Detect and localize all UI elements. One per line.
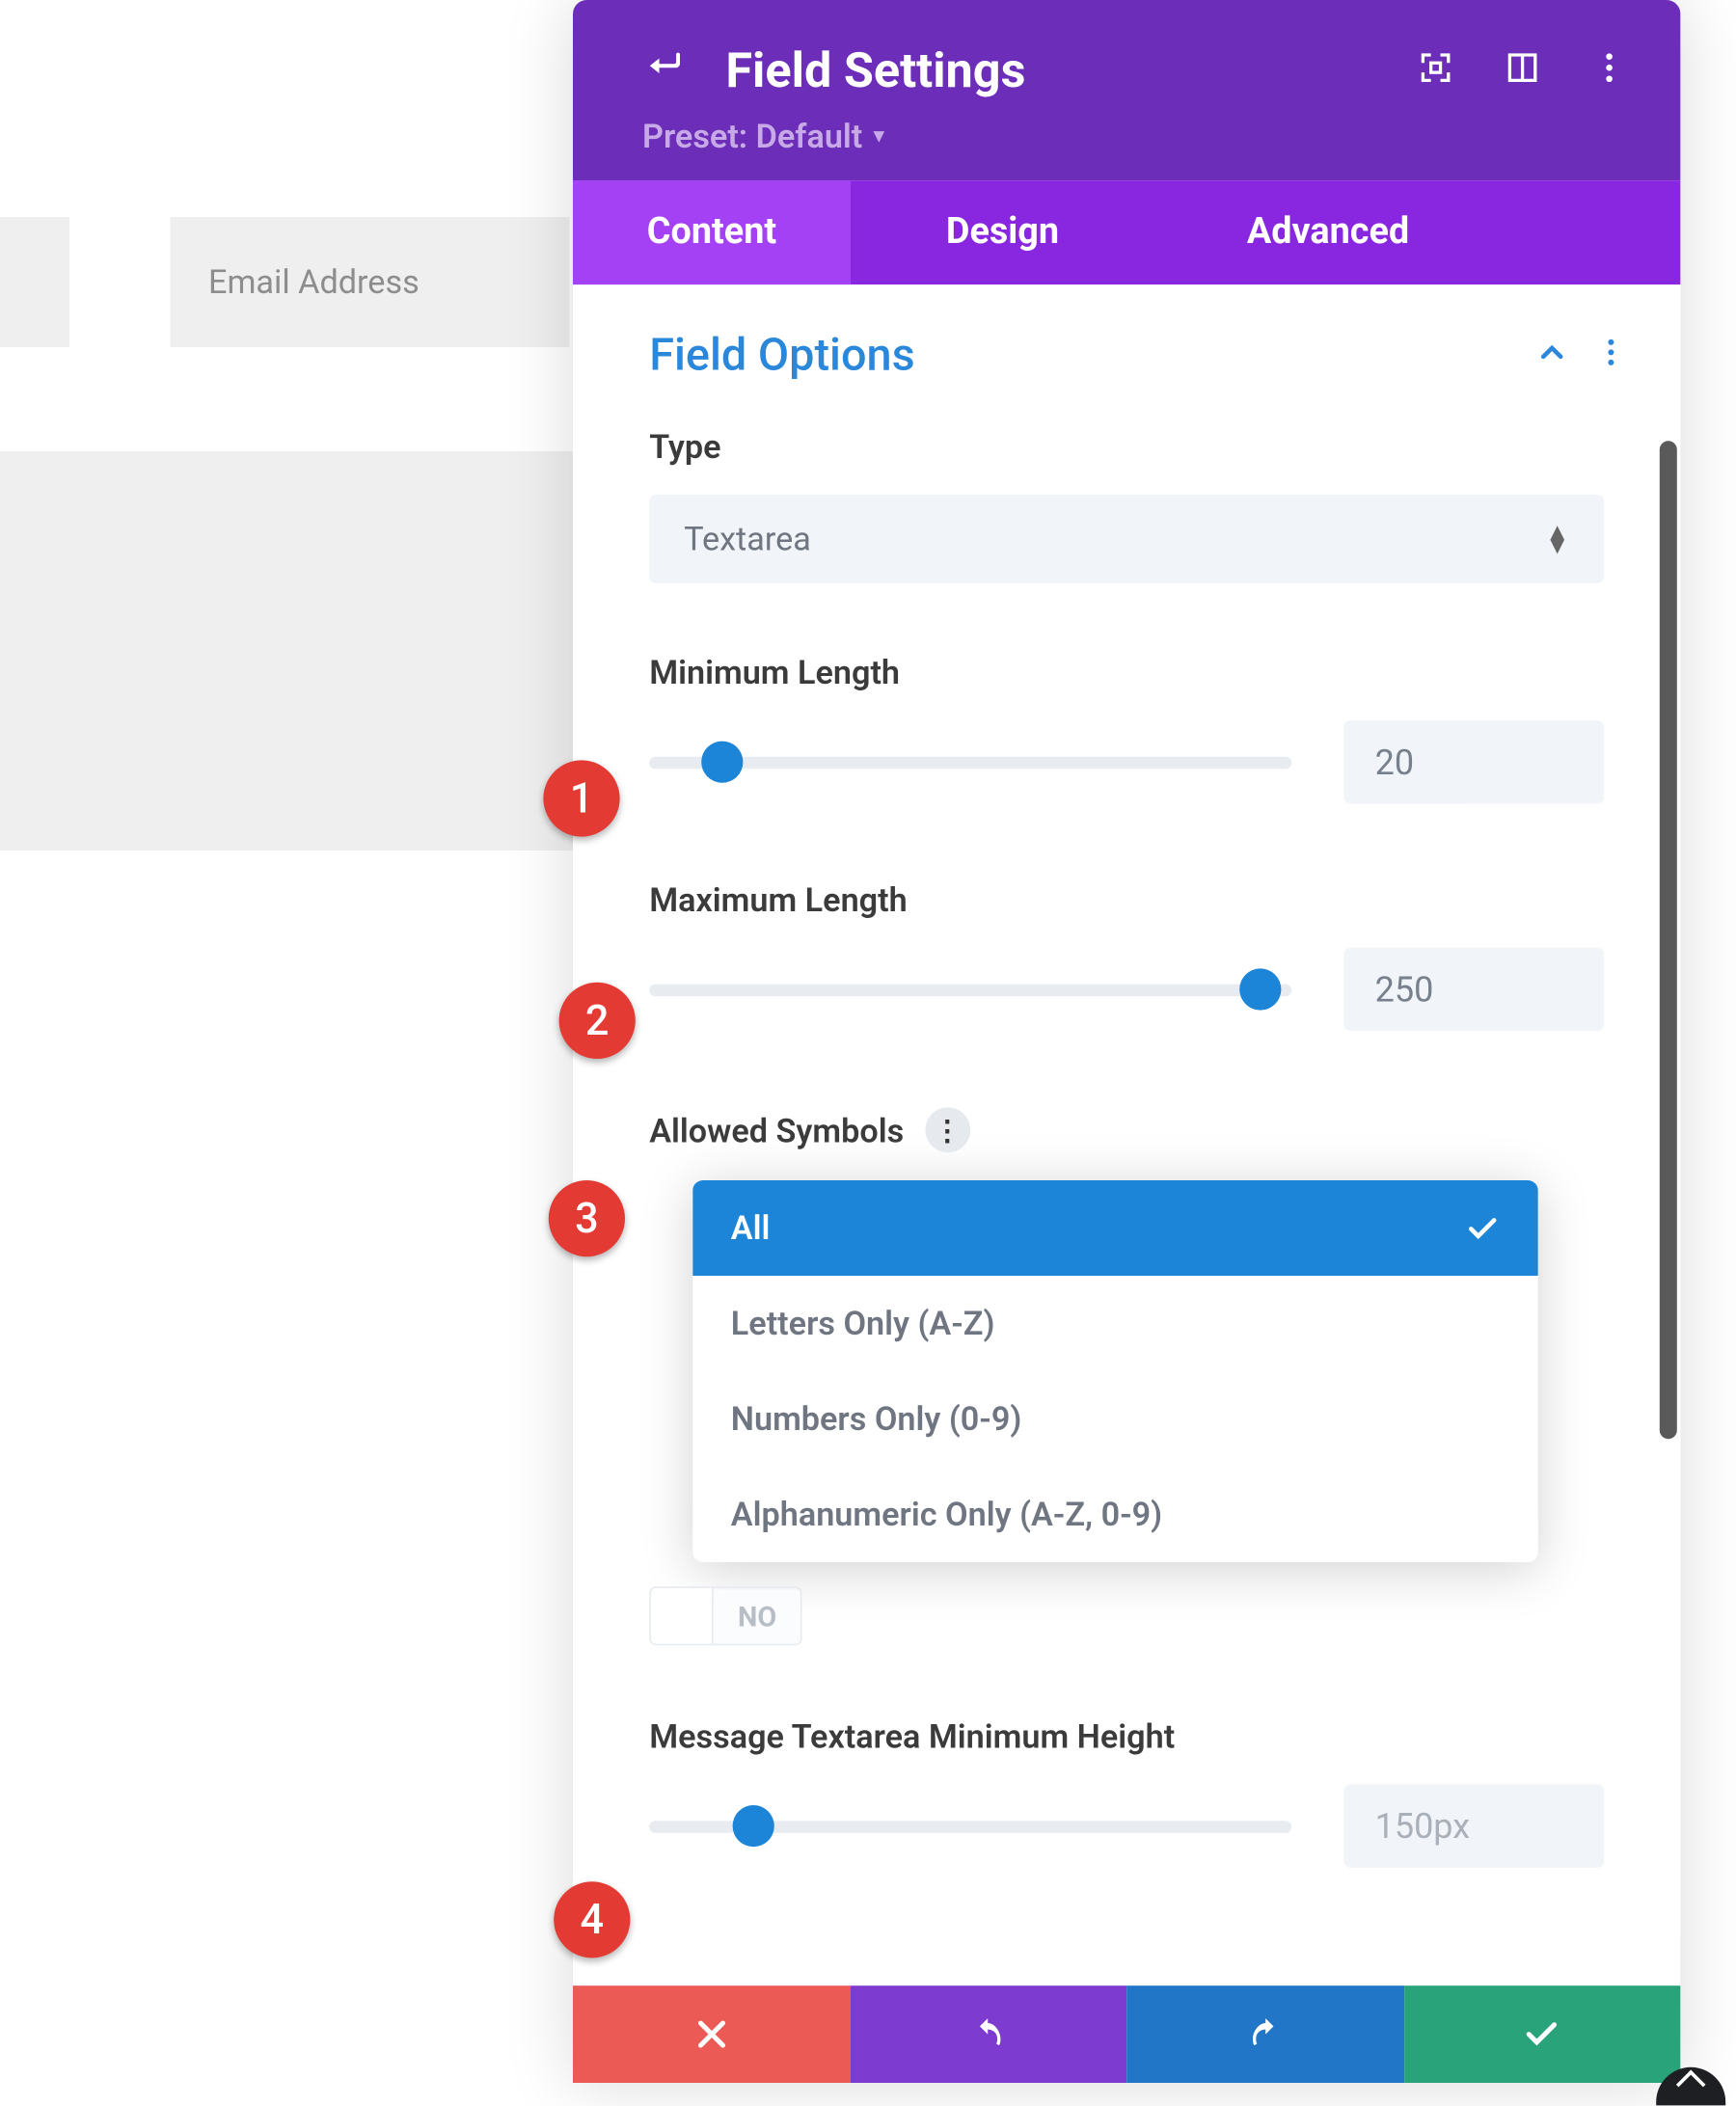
background-field-fragment <box>0 217 69 347</box>
toggle-no[interactable]: NO <box>649 1586 802 1645</box>
type-select[interactable]: Textarea ▲▼ <box>649 495 1604 583</box>
max-length-slider[interactable] <box>649 972 1291 1007</box>
max-length-input[interactable]: 250 <box>1343 948 1604 1031</box>
preset-selector[interactable]: Preset: Default ▼ <box>642 117 1628 156</box>
tab-design[interactable]: Design <box>851 180 1154 284</box>
scrollbar[interactable] <box>1660 441 1677 1439</box>
email-placeholder: Email Address <box>208 262 420 302</box>
tab-content[interactable]: Content <box>573 180 851 284</box>
tab-advanced[interactable]: Advanced <box>1154 180 1502 284</box>
allowed-symbols-dropdown: All Letters Only (A-Z) Numbers Only (0-9… <box>692 1180 1538 1562</box>
back-icon[interactable] <box>642 44 688 96</box>
field-settings-panel: Field Settings Preset: Default ▼ <box>573 0 1680 2083</box>
select-arrows-icon: ▲▼ <box>1545 526 1569 554</box>
panel-title: Field Settings <box>725 41 1025 98</box>
type-label: Type <box>649 427 1604 467</box>
allowed-symbols-option-numbers[interactable]: Numbers Only (0-9) <box>692 1371 1538 1467</box>
section-more-icon[interactable] <box>1593 335 1628 376</box>
panel-body: Field Options Type Textarea ▲▼ <box>573 284 1680 1937</box>
save-button[interactable] <box>1403 1985 1680 2083</box>
expand-icon[interactable] <box>1417 48 1455 94</box>
tabs: Content Design Advanced <box>573 180 1680 284</box>
check-icon <box>1465 1211 1500 1246</box>
redo-button[interactable] <box>1126 1985 1403 2083</box>
allowed-symbols-label: Allowed Symbols <box>649 1110 904 1149</box>
collapse-icon[interactable] <box>1534 335 1569 376</box>
allowed-symbols-option-all[interactable]: All <box>692 1180 1538 1276</box>
bottom-bar <box>573 1985 1680 2083</box>
caret-down-icon: ▼ <box>870 125 889 148</box>
cancel-button[interactable] <box>573 1985 850 2083</box>
undo-button[interactable] <box>850 1985 1126 2083</box>
annotation-badge-4: 4 <box>554 1881 630 1958</box>
min-length-slider[interactable] <box>649 744 1291 779</box>
type-value: Textarea <box>684 519 811 558</box>
min-length-label: Minimum Length <box>649 653 1604 692</box>
annotation-badge-1: 1 <box>543 760 619 836</box>
max-length-label: Maximum Length <box>649 880 1604 920</box>
annotation-badge-2: 2 <box>559 983 636 1059</box>
min-height-slider[interactable] <box>649 1809 1291 1844</box>
more-icon[interactable] <box>1590 48 1629 94</box>
section-title[interactable]: Field Options <box>649 330 914 382</box>
min-length-input[interactable]: 20 <box>1343 720 1604 803</box>
allowed-symbols-option-letters[interactable]: Letters Only (A-Z) <box>692 1276 1538 1371</box>
panel-header: Field Settings Preset: Default ▼ <box>573 0 1680 180</box>
background-textarea-fragment[interactable] <box>0 451 573 850</box>
annotation-badge-3: 3 <box>549 1180 625 1256</box>
allowed-symbols-option-alphanumeric[interactable]: Alphanumeric Only (A-Z, 0-9) <box>692 1467 1538 1562</box>
min-height-input[interactable]: 150px <box>1343 1784 1604 1867</box>
min-height-label: Message Textarea Minimum Height <box>649 1716 1274 1756</box>
preset-label: Preset: Default <box>642 117 862 156</box>
email-address-field[interactable]: Email Address <box>170 217 569 347</box>
columns-icon[interactable] <box>1504 48 1542 94</box>
allowed-symbols-options-icon[interactable]: ⋮ <box>925 1107 970 1152</box>
